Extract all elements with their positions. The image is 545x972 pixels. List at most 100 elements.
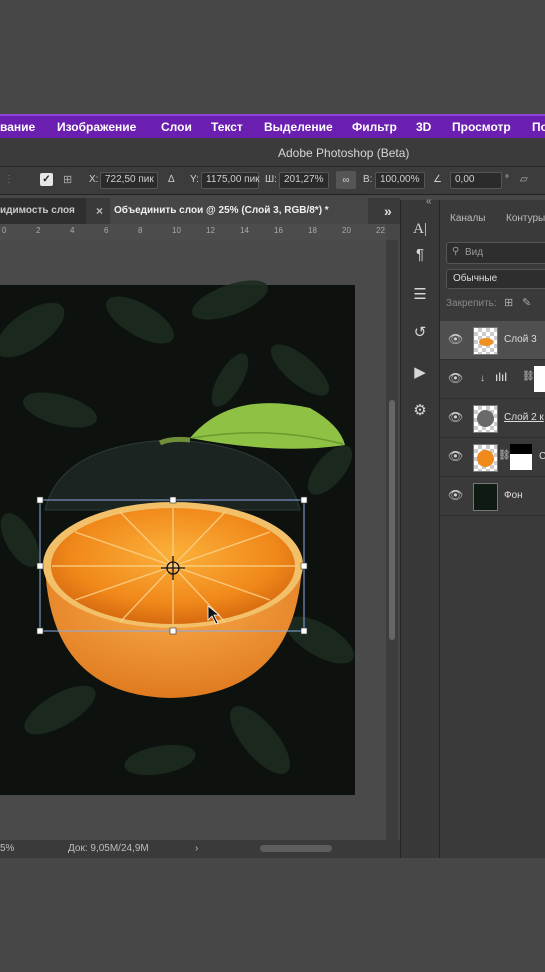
ruler-tick-label: 14 [240,226,249,235]
ruler-tick-label: 20 [342,226,351,235]
x-label: X: [89,174,99,185]
layer-mask-thumbnail [510,444,532,470]
lock-label: Закрепить: [446,298,497,309]
tab-overflow-button[interactable]: » [384,198,392,224]
adjustments-panel-icon[interactable]: ☰ [405,280,435,310]
menu-item-type[interactable]: Текст [211,120,243,134]
chain-link-icon: ⛓ [498,450,511,461]
menu-item-3d[interactable]: 3D [416,120,431,134]
status-menu-arrow[interactable]: › [195,843,198,854]
h-label: В: [363,174,373,185]
window-title-bar: Adobe Photoshop (Beta) [0,138,545,167]
menu-item-view[interactable]: Просмотр [452,120,511,134]
chain-link-icon: ⛓ [522,371,535,382]
document-tab-bar: идимость слоя × Объединить слои @ 25% (С… [0,198,400,224]
layer-thumbnail [473,483,498,511]
menu-item-plugins-partial[interactable]: По [532,120,545,134]
tab-layer-visibility[interactable]: идимость слоя [0,198,86,224]
ruler-tick-label: 22 [376,226,385,235]
history-panel-icon[interactable]: ↺ [405,318,435,348]
layer-thumbnail [473,405,498,433]
status-bar: 5% Док: 9,05M/24,9M › [0,840,400,858]
lock-position-icon[interactable]: ✎ [522,296,531,309]
canvas-area[interactable] [0,240,386,840]
zoom-level[interactable]: 5% [0,843,14,854]
visibility-eye-icon[interactable]: 👁 [448,371,463,385]
horizontal-scroll-thumb[interactable] [260,845,332,852]
degree-symbol: ° [505,174,509,185]
grip-icon: ⋮ [4,174,14,185]
horizontal-ruler: 0 2 4 6 8 10 12 14 16 18 20 22 [0,224,386,241]
layer-mask-thumbnail [534,366,545,392]
layer-thumbnail [473,327,498,355]
layer-name[interactable]: С [539,451,545,462]
layer-row-layer2[interactable]: 👁 Слой 2 к [440,399,545,438]
search-placeholder: Вид [465,247,484,258]
layer-row-layer3[interactable]: 👁 Слой 3 [440,321,545,360]
layer-thumbnail [473,444,498,472]
lock-pixels-icon[interactable]: ⊞ [504,296,513,309]
layers-panel: « Каналы Контуры ⚲ Вид Обычные Закрепить… [426,196,545,858]
top-background [0,0,545,114]
ruler-tick-label: 0 [2,226,7,235]
levels-icon: ılıl [495,370,507,384]
ruler-tick-label: 8 [138,226,143,235]
menu-item-select[interactable]: Выделение [264,120,333,134]
blend-mode-select[interactable]: Обычные [446,269,545,289]
visibility-eye-icon[interactable]: 👁 [448,488,463,502]
ruler-tick-label: 16 [274,226,283,235]
visibility-eye-icon[interactable]: 👁 [448,410,463,424]
clipping-arrow-icon: ↓ [480,373,485,384]
height-field[interactable]: 100,00% [375,172,425,189]
properties-panel-icon[interactable]: ⚙ [405,396,435,426]
ruler-tick-label: 12 [206,226,215,235]
ruler-tick-label: 6 [104,226,109,235]
menu-item-image-partial[interactable]: вание [0,120,35,134]
reference-point-checkbox[interactable]: ✓ [40,173,53,186]
ruler-tick-label: 2 [36,226,41,235]
menu-item-image[interactable]: Изображение [57,120,136,134]
actions-panel-icon[interactable]: ▶ [405,358,435,388]
menu-item-filter[interactable]: Фильтр [352,120,397,134]
vertical-scroll-thumb[interactable] [389,400,395,640]
skew-icon[interactable]: ▱ [520,174,528,185]
visibility-eye-icon[interactable]: 👁 [448,332,463,346]
reference-point-icon[interactable]: ⊞ [63,173,72,186]
window-title: Adobe Photoshop (Beta) [278,146,410,160]
panel-icon-strip: A| ¶ ☰ ↺ ▶ ⚙ [400,200,439,858]
layer-search-field[interactable]: ⚲ Вид [446,242,545,264]
paragraph-panel-icon[interactable]: ¶ [405,240,435,270]
w-label: Ш: [265,174,277,185]
document-canvas[interactable] [0,240,386,840]
layer-name[interactable]: Фон [504,490,523,501]
angle-field[interactable]: 0,00 [450,172,502,189]
options-bar: ⋮ ✓ ⊞ X: 722,50 пик Δ Y: 1175,00 пик Ш: … [0,167,545,195]
tab-paths[interactable]: Контуры [506,213,545,224]
document-size: Док: 9,05M/24,9M [68,843,149,854]
tab-merged-layers[interactable]: Объединить слои @ 25% (Слой 3, RGB/8*) * [110,198,368,224]
link-aspect-icon[interactable]: ∞ [336,171,356,189]
relative-position-icon[interactable]: Δ [168,174,175,185]
vertical-scrollbar[interactable] [386,240,398,840]
width-field[interactable]: 201,27% [279,172,329,189]
layer-row-orange[interactable]: 👁 ⛓ С [440,438,545,477]
search-icon: ⚲ [452,246,460,257]
tab-channels[interactable]: Каналы [450,213,486,224]
visibility-eye-icon[interactable]: 👁 [448,449,463,463]
collapse-panel-icon[interactable]: « [426,196,432,207]
ruler-tick-label: 18 [308,226,317,235]
y-label: Y: [190,174,199,185]
menu-bar: вание Изображение Слои Текст Выделение Ф… [0,114,545,138]
bottom-background [0,858,545,972]
layer-row-adjustment[interactable]: 👁 ↓ ılıl ⛓ [440,360,545,399]
layer-row-background[interactable]: 👁 Фон [440,477,545,516]
ruler-tick-label: 10 [172,226,181,235]
menu-item-layers[interactable]: Слои [161,120,192,134]
layer-name[interactable]: Слой 3 [504,334,537,345]
x-field[interactable]: 722,50 пик [100,172,158,189]
angle-icon: ∠ [433,174,442,185]
y-field[interactable]: 1175,00 пик [201,172,260,189]
layer-name[interactable]: Слой 2 к [504,412,544,423]
ruler-tick-label: 4 [70,226,75,235]
tab-close-icon[interactable]: × [96,198,103,224]
